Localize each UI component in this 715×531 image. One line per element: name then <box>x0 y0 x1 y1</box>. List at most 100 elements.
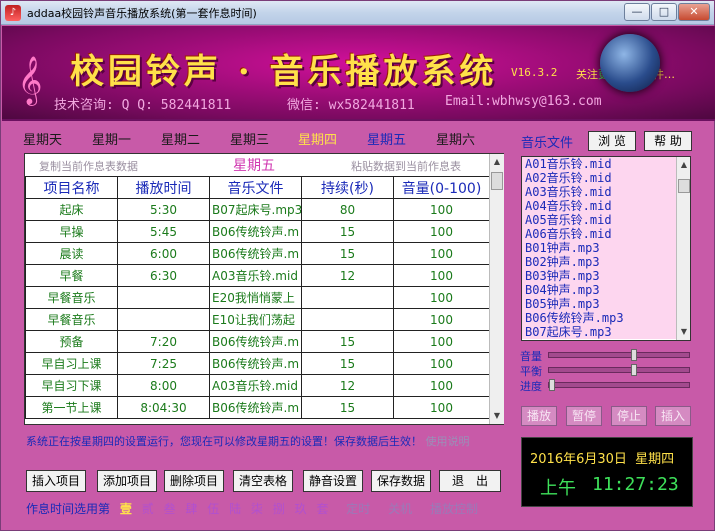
table-row[interactable]: 早餐 6:30 A03音乐铃.mid 12 100 <box>25 264 490 287</box>
set-3[interactable]: 叁 <box>164 502 176 516</box>
help-link[interactable]: 使用说明 <box>426 435 470 448</box>
table-scrollbar[interactable]: ▲ ▼ <box>489 154 504 424</box>
cell-time[interactable]: 7:20 <box>117 330 210 353</box>
balance-knob[interactable] <box>630 364 637 376</box>
table-row[interactable]: 第一节上课 8:04:30 B06传统铃声.m 15 100 <box>25 396 490 419</box>
playback-control-link[interactable]: 播放控制 <box>430 502 478 516</box>
list-scroll-up-icon[interactable]: ▲ <box>677 157 690 173</box>
music-file-list[interactable]: A01音乐铃.mid A02音乐铃.mid A03音乐铃.mid A04音乐铃.mid… <box>521 156 691 341</box>
cell-name[interactable]: 早餐音乐 <box>25 308 118 331</box>
cell-name[interactable]: 预备 <box>25 330 118 353</box>
cell-time[interactable]: 6:30 <box>117 264 210 287</box>
scroll-thumb[interactable] <box>491 172 503 190</box>
timer-link[interactable]: 定时 <box>346 502 370 516</box>
insert-item-button[interactable]: 插入项目 <box>26 470 86 492</box>
cell-volume[interactable]: 100 <box>393 264 490 287</box>
cell-duration[interactable]: 80 <box>301 198 394 221</box>
progress-slider[interactable] <box>548 379 690 391</box>
minimize-button[interactable]: — <box>624 3 650 21</box>
cell-volume[interactable]: 100 <box>393 286 490 309</box>
cell-duration[interactable]: 15 <box>301 330 394 353</box>
cell-name[interactable]: 晨读 <box>25 242 118 265</box>
table-row[interactable]: 早餐音乐 E20我悄悄蒙上 100 <box>25 286 490 309</box>
cell-time[interactable]: 8:04:30 <box>117 396 210 419</box>
table-row[interactable]: 早操 5:45 B06传统铃声.m 15 100 <box>25 220 490 243</box>
table-row[interactable]: 早餐音乐 E10让我们荡起 100 <box>25 308 490 331</box>
scroll-up-icon[interactable]: ▲ <box>490 154 504 170</box>
table-row[interactable]: 晨读 6:00 B06传统铃声.m 15 100 <box>25 242 490 265</box>
paste-data-link[interactable]: 粘贴数据到当前作息表 <box>351 158 461 174</box>
cell-time[interactable]: 5:45 <box>117 220 210 243</box>
insert-play-button[interactable]: 插入 <box>655 406 691 426</box>
list-item[interactable]: B03钟声.mp3 <box>522 269 690 283</box>
file-list-scrollbar[interactable]: ▲ ▼ <box>676 157 690 340</box>
set-4[interactable]: 肆 <box>185 502 197 516</box>
table-row[interactable]: 预备 7:20 B06传统铃声.m 15 100 <box>25 330 490 353</box>
delete-item-button[interactable]: 删除项目 <box>164 470 224 492</box>
cell-name[interactable]: 早自习下课 <box>25 374 118 397</box>
cell-file[interactable]: B06传统铃声.m <box>209 352 302 375</box>
mute-settings-button[interactable]: 静音设置 <box>303 470 363 492</box>
set-2[interactable]: 贰 <box>142 502 154 516</box>
cell-file[interactable]: E20我悄悄蒙上 <box>209 286 302 309</box>
help-button[interactable]: 帮 助 <box>644 131 692 151</box>
cell-file[interactable]: B06传统铃声.m <box>209 242 302 265</box>
cell-name[interactable]: 早餐 <box>25 264 118 287</box>
cell-time[interactable]: 8:00 <box>117 374 210 397</box>
cell-volume[interactable]: 100 <box>393 220 490 243</box>
exit-button[interactable]: 退 出 <box>439 470 501 492</box>
progress-knob[interactable] <box>549 379 555 391</box>
cell-volume[interactable]: 100 <box>393 242 490 265</box>
pause-button[interactable]: 暂停 <box>566 406 602 426</box>
cell-name[interactable]: 早操 <box>25 220 118 243</box>
cell-duration[interactable]: 12 <box>301 264 394 287</box>
cell-file[interactable]: B06传统铃声.m <box>209 220 302 243</box>
list-item[interactable]: A04音乐铃.mid <box>522 199 690 213</box>
cell-time[interactable]: 7:25 <box>117 352 210 375</box>
cell-volume[interactable]: 100 <box>393 374 490 397</box>
cell-duration[interactable]: 15 <box>301 242 394 265</box>
tab-thursday[interactable]: 星期四 <box>298 129 337 148</box>
table-row[interactable]: 早自习下课 8:00 A03音乐铃.mid 12 100 <box>25 374 490 397</box>
cell-volume[interactable]: 100 <box>393 352 490 375</box>
list-item[interactable]: A01音乐铃.mid <box>522 157 690 171</box>
scroll-down-icon[interactable]: ▼ <box>490 408 504 424</box>
cell-file[interactable]: A03音乐铃.mid <box>209 374 302 397</box>
list-item[interactable]: B04钟声.mp3 <box>522 283 690 297</box>
set-7[interactable]: 柒 <box>251 502 263 516</box>
list-item[interactable]: B05钟声.mp3 <box>522 297 690 311</box>
close-button[interactable]: ✕ <box>678 3 710 21</box>
list-item[interactable]: B02钟声.mp3 <box>522 255 690 269</box>
cell-name[interactable]: 起床 <box>25 198 118 221</box>
set-5[interactable]: 伍 <box>207 502 219 516</box>
tab-friday[interactable]: 星期五 <box>367 129 406 148</box>
list-item[interactable]: B07起床号.mp3 <box>522 325 690 339</box>
set-6[interactable]: 陆 <box>229 502 241 516</box>
cell-volume[interactable]: 100 <box>393 198 490 221</box>
volume-slider[interactable] <box>548 349 690 361</box>
volume-knob[interactable] <box>630 349 637 361</box>
tab-saturday[interactable]: 星期六 <box>436 129 475 148</box>
cell-duration[interactable]: 12 <box>301 374 394 397</box>
table-row[interactable]: 早自习上课 7:25 B06传统铃声.m 15 100 <box>25 352 490 375</box>
stop-button[interactable]: 停止 <box>611 406 647 426</box>
cell-time[interactable] <box>117 286 210 309</box>
maximize-button[interactable]: □ <box>651 3 677 21</box>
list-item[interactable]: B01钟声.mp3 <box>522 241 690 255</box>
list-item[interactable]: A05音乐铃.mid <box>522 213 690 227</box>
list-item[interactable]: B06传统铃声.mp3 <box>522 311 690 325</box>
cell-file[interactable]: B06传统铃声.m <box>209 330 302 353</box>
tab-sunday[interactable]: 星期天 <box>23 129 62 148</box>
cell-volume[interactable]: 100 <box>393 396 490 419</box>
add-item-button[interactable]: 添加项目 <box>97 470 157 492</box>
cell-file[interactable]: E10让我们荡起 <box>209 308 302 331</box>
cell-duration[interactable]: 15 <box>301 352 394 375</box>
set-1[interactable]: 壹 <box>120 502 132 516</box>
save-data-button[interactable]: 保存数据 <box>371 470 431 492</box>
shutdown-link[interactable]: 关机 <box>388 502 412 516</box>
browse-button[interactable]: 浏 览 <box>588 131 636 151</box>
set-9[interactable]: 玖 <box>295 502 307 516</box>
list-scroll-down-icon[interactable]: ▼ <box>677 324 690 340</box>
cell-name[interactable]: 早自习上课 <box>25 352 118 375</box>
copy-data-link[interactable]: 复制当前作息表数据 <box>39 158 138 174</box>
